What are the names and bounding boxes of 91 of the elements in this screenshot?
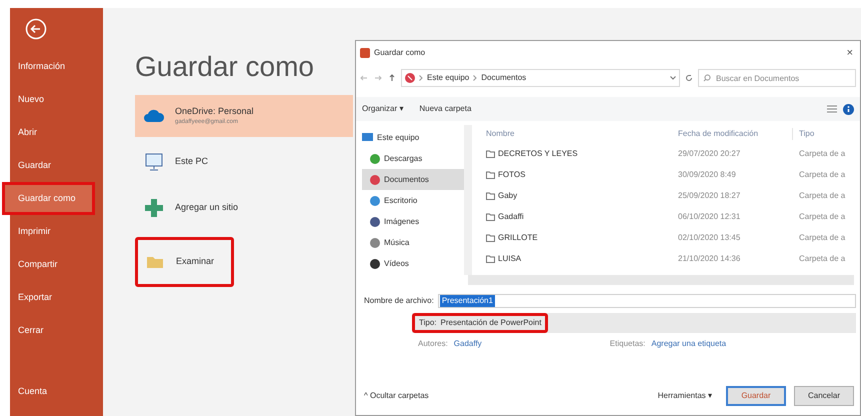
place-item[interactable]: Examinar [135,237,234,287]
plus-icon [144,198,164,218]
folder-icon [486,234,495,242]
file-name[interactable]: Gadaffi [498,210,524,222]
search-field[interactable]: Buscar en Documentos [698,69,856,87]
new-folder-button[interactable]: Nueva carpeta [419,103,472,115]
sidebar-item[interactable]: Nuevo [10,83,103,116]
nav-item[interactable]: Escritorio [362,190,464,211]
cancel-button[interactable]: Cancelar [794,386,854,406]
sidebar-item[interactable]: Abrir [10,116,103,149]
place-item[interactable]: Agregar un sitio [135,187,353,229]
date-cell-text: 29/07/2020 20:27 [678,148,742,160]
folder-icon [486,170,495,178]
type-cell-text: Carpeta de a [798,190,846,202]
chevron-icon [419,75,423,81]
folder-badge-icon [370,154,380,164]
nav-item[interactable]: Documentos [362,169,464,190]
hide-folders-button[interactable]: ^ Ocultar carpetas [364,390,429,402]
authors-value[interactable]: Gadaffy [454,338,604,350]
monitor-icon [362,132,373,142]
folder-badge-icon [370,196,380,206]
place-label: Examinar [176,255,214,268]
file-name[interactable]: FOTOS [498,168,526,180]
sidebar-item[interactable]: Guardar como [2,182,95,215]
type-cell-text: Carpeta de a [798,148,846,160]
folder-badge-icon [370,216,380,226]
chevron-icon [473,75,478,81]
path-segment[interactable]: Documentos [481,72,526,84]
type-cell-text: Carpeta de a [798,232,846,244]
cloud-icon [143,109,165,123]
search-icon [703,74,711,82]
folder-icon [486,192,495,200]
filetype-dropdown[interactable]: Tipo: Presentación de PowerPoint [412,313,856,333]
type-cell-text: Carpeta de a [798,252,846,264]
file-name[interactable]: Gaby [498,190,518,202]
up-arrow-icon[interactable] [388,74,396,82]
nav-item[interactable]: Este equipo [362,127,464,148]
filename-field[interactable]: Presentación1 [438,294,856,308]
place-label: OneDrive: Personal [175,104,254,118]
page-title: Guardar como [135,53,315,81]
sidebar-item[interactable]: Compartir [10,248,103,281]
date-cell-text: 21/10/2020 14:36 [678,252,742,264]
refresh-icon[interactable] [685,74,693,82]
folder-badge-icon [370,258,380,268]
sidebar-item[interactable]: Información [10,50,103,83]
date-cell-text: 02/10/2020 13:45 [678,232,742,244]
folder-icon [486,254,495,262]
place-label: Este PC [175,155,208,168]
folder-badge-icon [370,174,380,184]
sidebar-item[interactable]: Imprimir [10,215,103,248]
type-cell-text: Carpeta de a [798,168,846,180]
folder-icon [486,212,495,220]
type-cell-text: Carpeta de a [798,210,846,222]
documents-icon [405,73,415,83]
sidebar-item[interactable]: Cerrar [10,314,103,347]
file-name[interactable]: GRILLOTE [498,232,538,244]
field-label: Autores: [418,338,448,350]
sidebar-item[interactable]: Cuenta [10,372,103,412]
folder-icon [146,255,164,269]
dropdown-icon[interactable] [670,76,676,80]
place-item[interactable]: Este PC [135,141,353,183]
folder-icon [486,150,495,158]
monitor-icon [144,152,164,172]
nav-item[interactable]: Imágenes [362,211,464,232]
field-label: Etiquetas: [610,338,646,350]
column-header[interactable]: Fecha de modificación [678,128,793,140]
nav-item[interactable]: Descargas [362,148,464,169]
organize-menu[interactable]: Organizar ▾ [362,103,404,115]
sidebar-item[interactable]: Exportar [10,281,103,314]
date-cell-text: 30/09/2020 8:49 [678,168,737,180]
folder-badge-icon [370,238,380,248]
close-button[interactable]: × [844,44,856,62]
place-label: Agregar un sitio [175,201,238,214]
path-segment[interactable]: Este equipo [427,72,470,84]
add-tag-link[interactable]: Agregar una etiqueta [651,338,726,350]
column-header[interactable]: Tipo [793,128,814,140]
dialog-title: Guardar como [374,47,426,59]
file-name[interactable]: LUISA [498,252,522,264]
nav-item[interactable]: Vídeos [362,253,464,274]
date-cell-text: 25/09/2020 18:27 [678,190,742,202]
date-cell-text: 06/10/2020 12:31 [678,210,742,222]
nav-item[interactable]: Música [362,232,464,253]
file-name[interactable]: DECRETOS Y LEYES [498,148,578,160]
app-icon [360,48,370,58]
address-bar[interactable]: Este equipo Documentos [401,69,680,87]
view-options-icon[interactable] [827,105,837,113]
tools-menu[interactable]: Herramientas ▾ [658,390,712,402]
sidebar-item[interactable]: Guardar [10,149,103,182]
save-button[interactable]: Guardar [726,386,786,406]
field-label: Nombre de archivo: [364,295,434,307]
scrollbar[interactable] [464,125,472,275]
